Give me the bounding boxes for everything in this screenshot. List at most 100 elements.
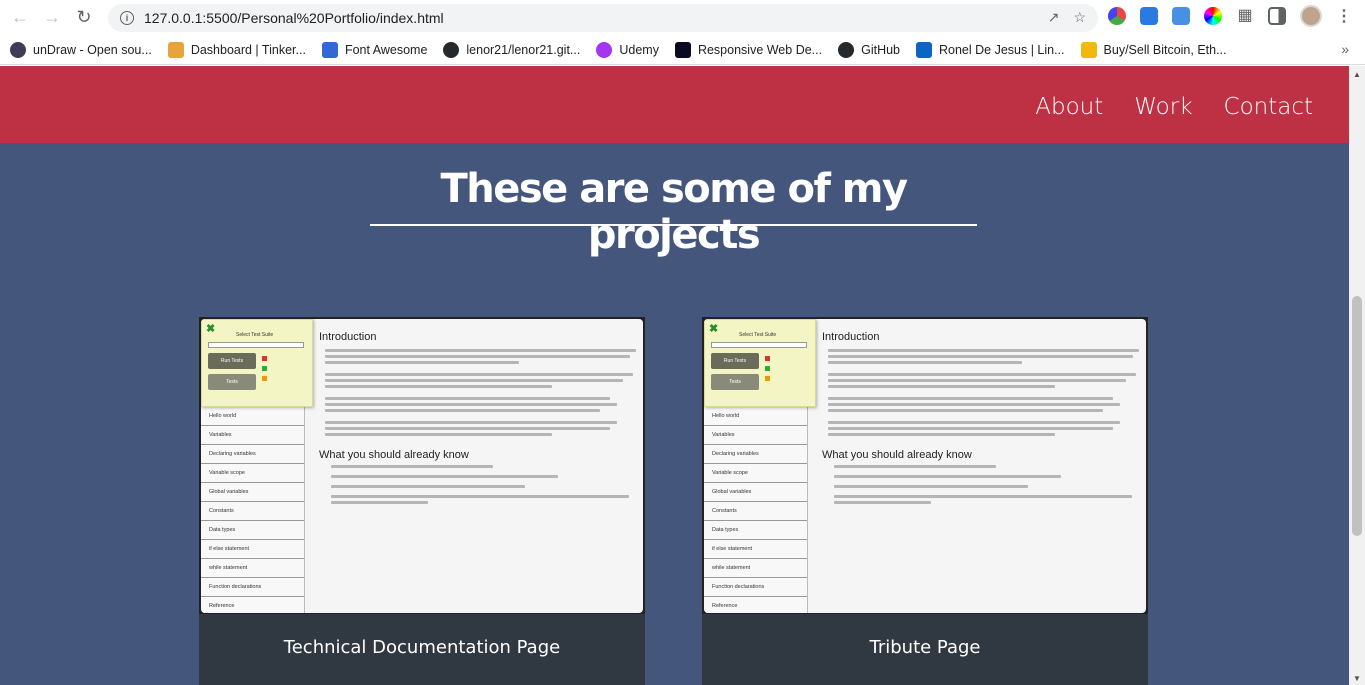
preview-sidebar-item: Constants [201, 502, 304, 521]
address-url[interactable]: 127.0.0.1:5500/Personal%20Portfolio/inde… [144, 10, 444, 26]
forward-icon[interactable]: → [36, 1, 68, 33]
preview-sidebar-item: Variable scope [704, 464, 807, 483]
preview-main-content: Introduction What you should already know [816, 327, 1140, 507]
bookmark-label: Ronel De Jesus | Lin... [939, 42, 1065, 57]
bookmark-label: Dashboard | Tinker... [190, 42, 306, 57]
preview-sidebar-item: while statement [201, 559, 304, 578]
bookmark-item[interactable]: Font Awesome [321, 41, 428, 58]
bookmark-label: Buy/Sell Bitcoin, Eth... [1103, 42, 1227, 57]
page-viewport: About Work Contact These are some of my … [0, 66, 1349, 685]
bookmark-label: Udemy [619, 42, 659, 57]
preview-test-panel: ✖ Select Test Suite Run Tests Tests [201, 319, 313, 407]
nav-link-work[interactable]: Work [1134, 94, 1192, 120]
bookmark-favicon-icon [10, 41, 26, 58]
bookmark-item[interactable]: unDraw - Open sou... [10, 41, 152, 58]
close-icon: ✖ [206, 323, 216, 335]
side-panel-icon[interactable] [1268, 7, 1286, 25]
bookmark-label: unDraw - Open sou... [33, 42, 152, 57]
project-caption[interactable]: Tribute Page [702, 637, 1148, 658]
color-picker-extension-icon[interactable] [1204, 7, 1222, 25]
address-bar[interactable]: i 127.0.0.1:5500/Personal%20Portfolio/in… [108, 4, 1098, 32]
preview-sidebar-item: Global variables [201, 483, 304, 502]
preview-legend [262, 356, 270, 362]
preview-sidebar-item: Constants [704, 502, 807, 521]
bookmark-label: GitHub [861, 42, 900, 57]
nav-link-contact[interactable]: Contact [1224, 94, 1313, 120]
preview-sidebar-item: Function declarations [704, 578, 807, 597]
preview-legend [262, 366, 270, 372]
preview-run-button: Run Tests [208, 353, 256, 369]
star-icon[interactable]: ☆ [1073, 9, 1086, 26]
reload-icon[interactable]: ↻ [68, 1, 100, 33]
scroll-thumb[interactable] [1352, 296, 1362, 536]
extensions-area: ▦ ⋮ [1108, 5, 1352, 27]
bookmark-item[interactable]: lenor21/lenor21.git... [443, 41, 581, 58]
preview-sidebar-item: Variables [704, 426, 807, 445]
preview-test-panel: ✖ Select Test Suite Run Tests Tests [704, 319, 816, 407]
project-card[interactable]: Hello world Variables Declaring variables V… [199, 317, 645, 685]
bookmark-item[interactable]: Udemy [596, 41, 659, 58]
bookmark-favicon-icon [674, 41, 691, 58]
download-extension-icon[interactable] [1140, 7, 1158, 25]
preview-heading: Introduction [319, 331, 377, 343]
preview-heading-2: What you should already know [822, 449, 972, 461]
preview-select [208, 342, 304, 348]
preview-legend [765, 376, 773, 382]
project-card[interactable]: Hello world Variables Declaring variables V… [702, 317, 1148, 685]
preview-sidebar-item: Hello world [201, 407, 304, 426]
bookmark-label: Responsive Web De... [697, 42, 823, 57]
preview-legend [765, 356, 773, 362]
preview-panel-title: Select Test Suite [236, 332, 274, 338]
preview-legend [262, 376, 270, 382]
preview-sidebar-item: while statement [704, 559, 807, 578]
bookmarks-overflow-icon[interactable]: » [1341, 41, 1349, 57]
menu-dots-icon[interactable]: ⋮ [1336, 6, 1352, 26]
scroll-up-icon[interactable]: ▲ [1353, 70, 1361, 79]
bookmark-favicon-icon [1080, 41, 1097, 58]
bookmark-item[interactable]: GitHub [838, 41, 900, 58]
bookmark-favicon-icon [596, 41, 613, 58]
page-scrollbar[interactable]: ▲ ▼ [1349, 66, 1365, 685]
bookmark-favicon-icon [916, 41, 932, 58]
preview-main-content: Introduction What you should already know [313, 327, 637, 507]
preview-sidebar-item: Declaring variables [704, 445, 807, 464]
extension-icon[interactable] [1172, 7, 1190, 25]
bookmarks-bar: unDraw - Open sou... Dashboard | Tinker..… [0, 35, 1365, 65]
project-thumbnail[interactable]: Hello world Variables Declaring variables V… [702, 317, 1148, 614]
project-screenshot: Hello world Variables Declaring variables V… [704, 319, 1146, 613]
bookmark-item[interactable]: Dashboard | Tinker... [167, 41, 306, 58]
preview-tests-button: Tests [711, 374, 759, 390]
share-icon[interactable]: ↗ [1048, 9, 1060, 26]
back-icon[interactable]: ← [4, 1, 36, 33]
info-icon[interactable]: i [120, 11, 134, 25]
site-nav: About Work Contact [0, 66, 1349, 143]
preview-sidebar-item: Function declarations [201, 578, 304, 597]
preview-sidebar-item: Variables [201, 426, 304, 445]
project-thumbnail[interactable]: Hello world Variables Declaring variables V… [199, 317, 645, 614]
preview-sidebar-item: Hello world [704, 407, 807, 426]
bookmark-favicon-icon [838, 41, 855, 58]
bookmark-item[interactable]: Buy/Sell Bitcoin, Eth... [1080, 41, 1227, 58]
preview-select [711, 342, 807, 348]
project-caption[interactable]: Technical Documentation Page [199, 637, 645, 658]
bookmark-item[interactable]: Ronel De Jesus | Lin... [916, 41, 1065, 58]
bookmark-favicon-icon [443, 41, 460, 58]
puzzle-icon[interactable]: ▦ [1236, 7, 1254, 25]
extension-icon[interactable] [1108, 7, 1126, 25]
preview-sidebar-item: Reference [704, 597, 807, 613]
preview-heading-2: What you should already know [319, 449, 469, 461]
bookmark-label: lenor21/lenor21.git... [466, 42, 581, 57]
bookmark-favicon-icon [321, 41, 338, 58]
preview-sidebar-item: Declaring variables [201, 445, 304, 464]
profile-avatar[interactable] [1300, 5, 1322, 27]
bookmark-item[interactable]: Responsive Web De... [674, 41, 823, 58]
preview-tests-button: Tests [208, 374, 256, 390]
scroll-down-icon[interactable]: ▼ [1353, 674, 1361, 683]
projects-heading: These are some of my projects [440, 166, 908, 258]
project-screenshot: Hello world Variables Declaring variables V… [201, 319, 643, 613]
nav-link-about[interactable]: About [1035, 94, 1103, 120]
preview-sidebar-item: Data types [704, 521, 807, 540]
preview-sidebar-item: if else statement [201, 540, 304, 559]
bookmark-label: Font Awesome [344, 42, 428, 57]
preview-heading: Introduction [822, 331, 880, 343]
